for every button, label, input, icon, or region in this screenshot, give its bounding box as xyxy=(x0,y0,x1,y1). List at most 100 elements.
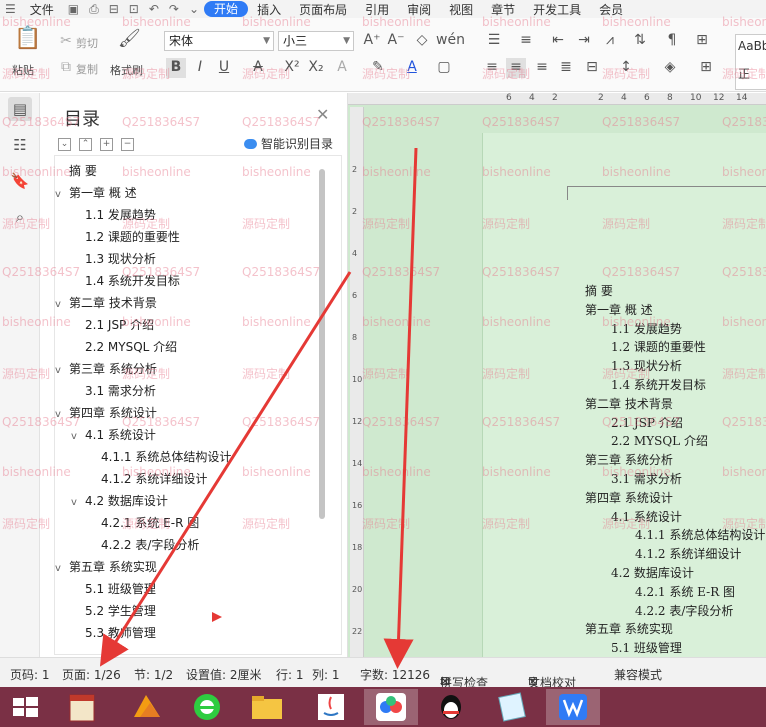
status-page-num[interactable]: 页码: 1 xyxy=(10,666,50,683)
format-painter-button[interactable]: 格式刷 xyxy=(110,62,143,78)
toc-item[interactable]: v 4.2 数据库设计 xyxy=(71,490,168,512)
align-left-icon[interactable]: ≡ xyxy=(482,58,502,78)
app-orange-icon[interactable] xyxy=(120,689,174,725)
paste-button[interactable]: 粘贴 xyxy=(12,62,34,78)
vertical-ruler[interactable]: 224681012141618202224 xyxy=(350,107,364,657)
toc-item[interactable]: 5.1 班级管理 xyxy=(71,578,156,600)
toc-item[interactable]: v 第三章 系统分析 xyxy=(55,358,157,380)
status-pages[interactable]: 页面: 1/26 xyxy=(62,666,121,683)
line-spacing-icon[interactable]: ↕ xyxy=(616,58,636,78)
expand-toggle-icon[interactable]: v xyxy=(55,360,69,382)
status-section[interactable]: 节: 1/2 xyxy=(134,666,173,683)
toc-item[interactable]: 5.2 学生管理 xyxy=(71,600,156,622)
toc-panel-icon[interactable]: ▤ xyxy=(8,97,32,121)
baidu-netdisk-icon[interactable] xyxy=(364,689,418,725)
border-icon[interactable]: ⊞ xyxy=(696,58,716,78)
horizontal-ruler[interactable]: 6 4 2 2 4 6 8 10 12 14 xyxy=(348,93,766,105)
toc-item[interactable]: 1.4 系统开发目标 xyxy=(71,270,180,292)
toc-item[interactable]: 1.1 发展趋势 xyxy=(71,204,156,226)
copy-icon[interactable]: ⧉ xyxy=(56,58,76,78)
toc-item[interactable]: 摘 要 xyxy=(55,160,97,182)
cut-button[interactable]: 剪切 xyxy=(76,35,98,51)
italic-icon[interactable]: I xyxy=(190,58,210,78)
browser-360-icon[interactable] xyxy=(180,689,234,725)
tab-member[interactable]: 会员 xyxy=(590,1,632,18)
close-icon[interactable]: ✕ xyxy=(316,105,329,124)
font-name-select[interactable]: 宋体 ▼ xyxy=(164,31,274,51)
show-marks-icon[interactable]: ¶ xyxy=(662,31,682,51)
notes-app-icon[interactable] xyxy=(486,689,540,725)
style-gallery[interactable]: AaBb 正 xyxy=(735,34,766,90)
char-border-icon[interactable]: ▢ xyxy=(434,58,454,78)
align-center-icon[interactable]: ≡ xyxy=(506,58,526,78)
status-words[interactable]: 字数: 12126 xyxy=(360,666,430,683)
bullet-list-icon[interactable]: ☰ xyxy=(484,31,504,51)
toc-item[interactable]: 3.1 需求分析 xyxy=(71,380,156,402)
redo-icon[interactable]: ↷ xyxy=(164,2,184,16)
add-icon[interactable]: + xyxy=(100,138,113,151)
tab-section[interactable]: 章节 xyxy=(482,1,524,18)
java-icon[interactable] xyxy=(304,689,358,725)
shading-icon[interactable]: ◈ xyxy=(660,58,680,78)
table-grid-icon[interactable]: ⊞ xyxy=(692,31,712,51)
windows-start-icon[interactable] xyxy=(0,689,50,725)
pinyin-guide-icon[interactable]: wén xyxy=(436,31,465,51)
tab-review[interactable]: 审阅 xyxy=(398,1,440,18)
toc-item[interactable]: v 第二章 技术背景 xyxy=(55,292,157,314)
expand-toggle-icon[interactable]: v xyxy=(55,184,69,206)
shrink-font-icon[interactable]: A⁻ xyxy=(386,31,406,51)
status-setting[interactable]: 设置值: 2厘米 xyxy=(186,666,262,683)
sort-icon[interactable]: ⇅ xyxy=(630,31,650,51)
font-size-select[interactable]: 小三 ▼ xyxy=(278,31,354,51)
file-explorer-icon[interactable] xyxy=(240,689,294,725)
status-row[interactable]: 行: 1 xyxy=(276,666,304,683)
subscript-icon[interactable]: X₂ xyxy=(306,58,326,78)
expand-toggle-icon[interactable]: v xyxy=(55,404,69,426)
export-icon[interactable]: ⊡ xyxy=(124,2,144,16)
text-effect-icon[interactable]: A xyxy=(332,58,352,78)
toc-scrollbar[interactable] xyxy=(319,169,325,519)
paste-icon[interactable]: 📋 xyxy=(14,28,42,56)
chapter-nav-icon[interactable]: ☷ xyxy=(8,133,32,157)
menu-icon[interactable]: ☰ xyxy=(0,2,21,16)
search-icon[interactable]: ⌕ xyxy=(8,205,32,229)
tab-insert[interactable]: 插入 xyxy=(248,1,290,18)
chinese-layout-icon[interactable]: ⩘ xyxy=(600,31,620,51)
toc-item[interactable]: 4.1.2 系统详细设计 xyxy=(87,468,207,490)
copy-button[interactable]: 复制 xyxy=(76,61,98,77)
expand-toggle-icon[interactable]: v xyxy=(55,558,69,580)
quick-access-dropdown-icon[interactable]: ⌄ xyxy=(184,2,204,16)
tab-view[interactable]: 视图 xyxy=(440,1,482,18)
toc-item[interactable]: v 第四章 系统设计 xyxy=(55,402,157,424)
toc-item[interactable]: v 第五章 系统实现 xyxy=(55,556,157,578)
toc-item[interactable]: 2.2 MYSQL 介绍 xyxy=(71,336,177,358)
numbered-list-icon[interactable]: ≡ xyxy=(516,31,536,51)
expand-toggle-icon[interactable]: v xyxy=(71,426,85,448)
winrar-icon[interactable] xyxy=(56,689,110,725)
print-icon[interactable]: ⊟ xyxy=(104,2,124,16)
toc-item[interactable]: 1.2 课题的重要性 xyxy=(71,226,180,248)
remove-icon[interactable]: − xyxy=(121,138,134,151)
wps-writer-icon[interactable] xyxy=(546,689,600,725)
justify-icon[interactable]: ≣ xyxy=(556,58,576,78)
toc-item[interactable]: 2.1 JSP 介绍 xyxy=(71,314,154,336)
bookmark-icon[interactable]: 🔖 xyxy=(8,169,32,193)
collapse-icon[interactable]: ⌄ xyxy=(58,138,71,151)
distribute-icon[interactable]: ⊟ xyxy=(582,58,602,78)
cut-icon[interactable]: ✂ xyxy=(56,32,76,52)
expand-icon[interactable]: ⌃ xyxy=(79,138,92,151)
tab-page-layout[interactable]: 页面布局 xyxy=(290,1,356,18)
toc-item[interactable]: 4.2.1 系统 E-R 图 xyxy=(87,512,199,534)
expand-toggle-icon[interactable]: v xyxy=(55,294,69,316)
smart-toc-button[interactable]: 智能识别目录 xyxy=(244,135,333,152)
clear-format-icon[interactable]: ◇ xyxy=(412,31,432,51)
highlight-icon[interactable]: ✎ xyxy=(368,58,388,78)
expand-toggle-icon[interactable]: v xyxy=(71,492,85,514)
print-preview-icon[interactable]: ⎙ xyxy=(84,2,104,17)
save-icon[interactable]: ▣ xyxy=(63,2,84,16)
bold-icon[interactable]: B xyxy=(166,58,186,78)
toc-item[interactable]: 1.3 现状分析 xyxy=(71,248,156,270)
qq-icon[interactable] xyxy=(424,689,478,725)
document-area[interactable]: 6422468101214 224681012141618202224 摘 要第… xyxy=(348,93,766,657)
file-menu[interactable]: 文件 xyxy=(21,1,63,18)
